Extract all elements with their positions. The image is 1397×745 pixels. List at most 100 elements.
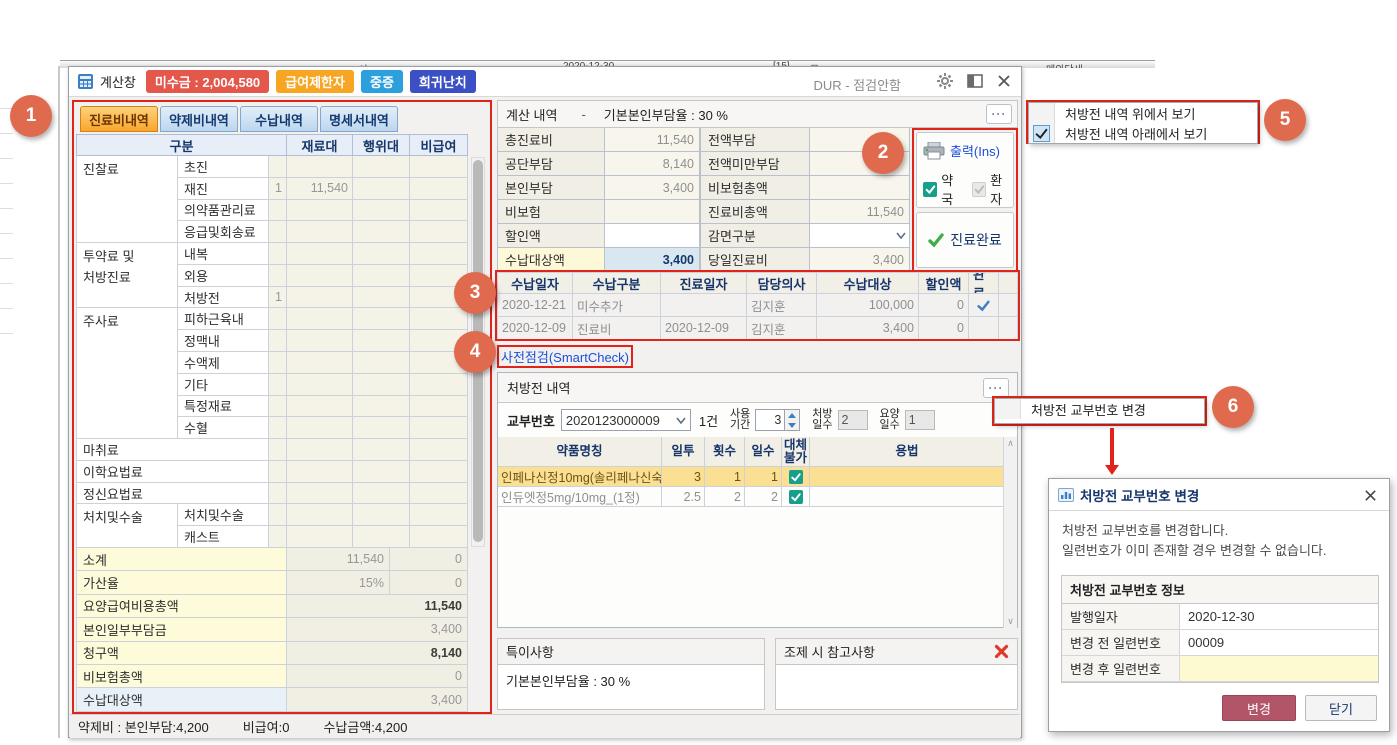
change-button[interactable]: 변경 [1222,695,1296,721]
calc-row: 수납대상액3,400당일진료비3,400 [497,248,910,272]
left-panel-tabs: 진료비내역약제비내역수납내역명세서내역 [80,106,398,132]
complete-box[interactable]: 진료완료 [916,212,1014,268]
prescription-options-button[interactable]: ··· [983,378,1009,398]
title-badge-3: 희귀난치 [410,70,476,93]
drug-table: 약품명칭일투횟수일수대체불가용법인페나신정10mg(솔리페나신숙311인듀엣정5… [498,437,1005,507]
view-menu-item-1[interactable]: 처방전 내역 아래에서 보기 [1029,123,1257,143]
use-period-spinner[interactable] [785,409,800,431]
spin-down-icon[interactable] [785,420,799,430]
use-period-label: 사용기간 [730,409,750,431]
pharmacy-checkbox[interactable] [923,182,937,197]
row-material [287,308,353,330]
summary-label: 소계 [76,548,287,571]
table-group: 투약료 및처방진료내복외용처방전1 [76,243,468,308]
row-value [410,461,468,483]
issue-no-select[interactable]: 2020123000009 [561,409,691,431]
smartcheck-link[interactable]: 사전점검(SmartCheck) [497,345,633,368]
prescription-panel: 처방전 내역 ··· 교부번호 2020123000009 1건 사용기간 3 … [497,372,1018,628]
calc-value-1[interactable] [605,224,700,248]
row-value [269,439,287,461]
close-button[interactable]: 닫기 [1305,695,1377,721]
table-row: 응급및회송료 [178,221,468,243]
tab-0[interactable]: 진료비내역 [80,106,158,132]
close-icon[interactable] [997,74,1011,88]
row-label: 특정재료 [178,396,269,418]
view-menu-item-0[interactable]: 처방전 내역 위에서 보기 [1029,103,1257,123]
dialog-icon [1058,488,1074,502]
drug-row[interactable]: 인페나신정10mg(솔리페나신숙311 [498,467,1005,487]
scroll-down-icon[interactable]: ∨ [1004,615,1017,628]
payments-header-7 [999,272,1018,294]
settings-gear-icon[interactable] [937,73,953,89]
payments-cell: 김지훈 [747,317,817,340]
row-activity [353,374,410,396]
change-menu-item-0[interactable]: 처방전 교부번호 변경 [995,399,1204,419]
complete-button-label: 진료완료 [950,230,1002,250]
clear-note-icon[interactable] [994,644,1009,659]
printer-icon [923,142,945,160]
row-activity [353,265,410,287]
dialog-close-icon[interactable] [1364,489,1377,502]
patient-checkbox[interactable] [972,182,986,197]
payments-row[interactable]: 2020-12-21미수추가김지훈100,0000 [497,294,1018,317]
drug-cell: 3 [662,467,705,487]
statusbar-item-1: 비급여:0 [243,717,290,736]
no-sub-checkbox[interactable] [789,490,803,504]
left-table-body: 진찰료초진재진111,540의약품관리료응급및회송료투약료 및처방진료내복외용처… [76,156,468,548]
drug-table-scrollbar[interactable]: ∧ ∨ [1003,437,1017,628]
group-category-line: 처치및수술 [83,507,177,528]
print-button[interactable]: 출력(Ins) [950,141,1000,160]
dialog-row-label: 발행일자 [1062,604,1180,630]
dispense-note-box: 조제 시 참고사항 [775,638,1018,710]
drug-row[interactable]: 인듀엣정5mg/10mg_(1정)2.522 [498,487,1005,507]
drug-header-0: 약품명칭 [498,437,662,467]
drug-no-sub-cell [782,487,810,507]
row-noninsured [410,156,468,178]
drug-cell: 2 [705,487,745,507]
left-header-0: 구분 [76,134,287,156]
row-category: 이학요법료 [76,461,269,483]
row-label: 기타 [178,374,269,396]
label-line: 일수 [812,420,832,431]
payments-header-row: 수납일자수납구분진료일자담당의사수납대상할인액완료 [497,272,1018,294]
label-line: 기간 [730,420,750,431]
group-category-line: 처방진료 [83,267,177,288]
restore-window-icon[interactable] [967,74,983,88]
tab-3[interactable]: 명세서내역 [320,106,398,132]
use-period-input[interactable]: 3 [755,409,785,431]
scroll-up-icon[interactable]: ∧ [1004,437,1017,450]
table-row: 정맥내 [178,330,468,352]
prescription-controls: 교부번호 2020123000009 1건 사용기간 3 처방일수 2 요양일수… [498,403,1017,437]
annotation-badge-5: 5 [1264,99,1306,141]
no-sub-checkbox[interactable] [789,470,803,484]
annotation-badge-4: 4 [454,331,496,373]
dialog-row-value[interactable] [1180,656,1378,682]
drug-no-sub-cell [782,467,810,487]
row-label: 재진 [178,178,269,200]
dialog-row-value: 2020-12-30 [1180,604,1378,630]
tab-1[interactable]: 약제비내역 [160,106,238,132]
payments-cell: 김지훈 [747,294,817,317]
row-activity [353,352,410,374]
prescription-title: 처방전 내역 [507,378,570,397]
summary-row: 가산율15%0 [76,571,468,594]
calc-section-header: 계산 내역 - 기본본인부담율 : 30 % [497,100,1018,128]
calc-row: 할인액감면구분 [497,224,910,248]
row-material [287,396,353,418]
payments-row[interactable]: 2020-12-09진료비2020-12-09김지훈3,4000 [497,317,1018,340]
calc-value-2[interactable] [810,224,910,248]
spin-up-icon[interactable] [785,410,799,420]
calc-label-1: 본인부담 [497,176,605,200]
calc-options-button[interactable]: ··· [986,104,1012,124]
group-category: 진찰료 [76,156,178,243]
summary-row: 청구액8,140 [76,642,468,665]
row-activity [353,330,410,352]
tab-2[interactable]: 수납내역 [240,106,318,132]
calc-label-2: 당일진료비 [700,248,810,272]
summary-label: 본인일부부담금 [76,618,287,641]
table-row: 의약품관리료 [178,200,468,222]
statusbar-item-2: 수납금액:4,200 [323,717,407,736]
calc-label-2: 진료비총액 [700,200,810,224]
payments-header-4: 수납대상 [817,272,919,294]
row-activity [353,156,410,178]
